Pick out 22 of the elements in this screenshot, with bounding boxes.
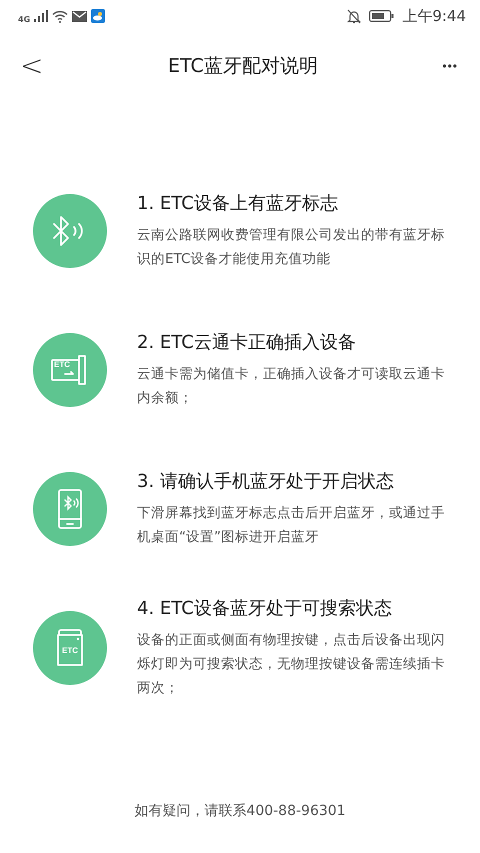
more-button[interactable]: ••• xyxy=(438,59,462,73)
weather-icon xyxy=(91,9,106,23)
step-description: 设备的正面或侧面有物理按键，点击后设备出现闪烁灯即为可搜索状态，无物理按键设备需连续插卡两次； xyxy=(137,630,446,698)
step-description: 下滑屏幕找到蓝牙标志点击后开启蓝牙，或通过手机桌面“设置”图标进开启蓝牙 xyxy=(137,504,446,546)
network-label: 4G xyxy=(18,15,30,24)
step-title: 2. ETC云通卡正确插入设备 xyxy=(137,330,357,354)
step-description: 云通卡需为储值卡，正确插入设备才可读取云通卡内余额； xyxy=(137,364,446,408)
back-button[interactable]: < xyxy=(16,52,48,80)
battery-icon xyxy=(369,10,394,22)
etc-label: ETC xyxy=(62,646,78,655)
wifi-icon xyxy=(52,10,68,22)
step-title: 3. 请确认手机蓝牙处于开启状态 xyxy=(137,470,395,492)
step-description: 云南公路联网收费管理有限公司发出的带有蓝牙标识的ETC设备才能使用充值功能 xyxy=(137,226,446,268)
signal-icon xyxy=(34,10,48,22)
bell-muted-icon xyxy=(347,8,362,24)
clock-time: 上午9:44 xyxy=(402,6,466,26)
contact-note: 如有疑问，请联系400-88-96301 xyxy=(133,802,347,820)
mail-icon xyxy=(72,10,88,22)
step-title: 4. ETC设备蓝牙处于可搜索状态 xyxy=(137,596,393,620)
etc-label: ETC xyxy=(54,360,70,369)
step-title: 1. ETC设备上有蓝牙标志 xyxy=(137,192,339,214)
page-title: ETC蓝牙配对说明 xyxy=(167,54,319,79)
